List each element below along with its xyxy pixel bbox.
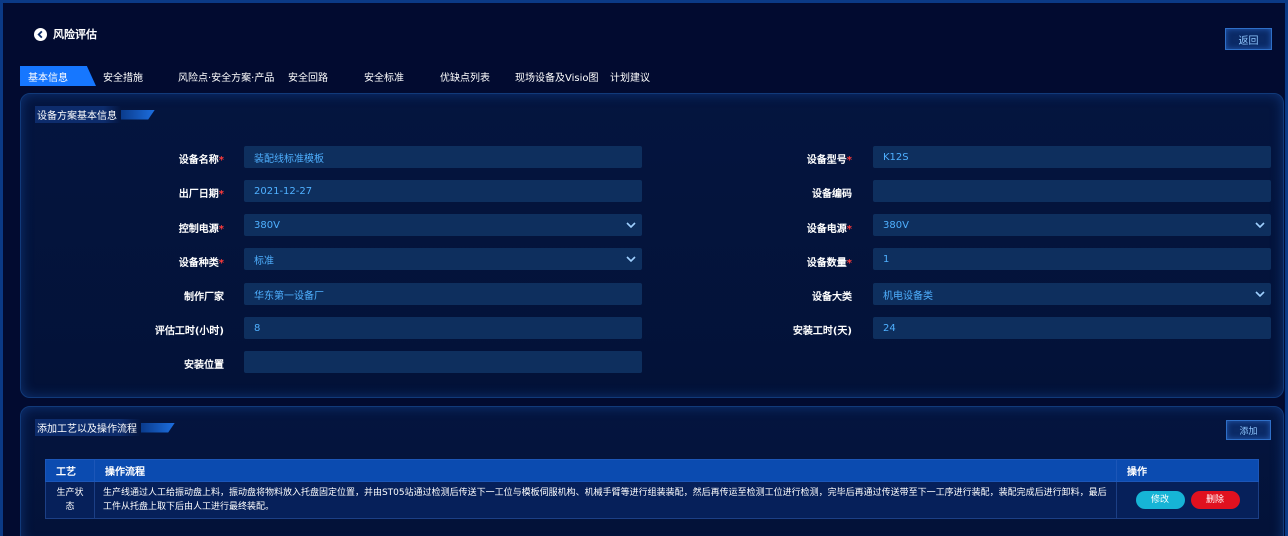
add-process-button[interactable]: 添加	[1226, 420, 1271, 440]
column-header-flow: 操作流程	[93, 459, 1118, 482]
label-device-type: 设备种类*	[178, 258, 224, 269]
label-device-name: 设备名称*	[178, 155, 224, 166]
factory-date-input[interactable]: 2021-12-27	[244, 180, 642, 202]
label-eval-hours: 评估工时(小时)	[154, 326, 224, 337]
left-border	[0, 0, 3, 536]
process-header: 添加工艺以及操作流程	[35, 419, 175, 436]
label-device-category: 设备大类	[812, 292, 852, 303]
label-factory-date: 出厂日期*	[178, 189, 224, 200]
page-header: 风险评估	[34, 26, 97, 42]
top-border	[0, 0, 1288, 3]
basic-info-title: 设备方案基本信息	[37, 111, 117, 122]
column-header-action: 操作	[1116, 459, 1259, 482]
device-count-input[interactable]: 1	[873, 248, 1271, 270]
page-title: 风险评估	[53, 28, 97, 41]
tab-safety-standard[interactable]: 安全标准	[356, 66, 436, 86]
label-device-power: 设备电源*	[806, 224, 852, 235]
label-install-location: 安装位置	[184, 360, 224, 371]
tab-risk-solution-product[interactable]: 风险点·安全方案·产品	[170, 66, 290, 86]
manufacturer-input[interactable]: 华东第一设备厂	[244, 283, 642, 305]
label-control-power: 控制电源*	[178, 224, 224, 235]
device-code-input[interactable]	[873, 180, 1271, 202]
tab-basic-info[interactable]: 基本信息	[20, 66, 96, 86]
return-button[interactable]: 返回	[1225, 28, 1272, 50]
device-category-select[interactable]: 机电设备类	[873, 283, 1271, 305]
craft-cell: 生产状态	[45, 481, 95, 519]
process-title: 添加工艺以及操作流程	[37, 424, 137, 435]
device-type-select[interactable]: 标准	[244, 248, 642, 270]
chevron-down-icon	[626, 222, 636, 228]
chevron-down-icon	[1255, 222, 1265, 228]
back-icon[interactable]	[34, 27, 47, 41]
basic-info-header: 设备方案基本信息	[35, 106, 155, 123]
tab-safety-measures[interactable]: 安全措施	[95, 66, 175, 86]
chevron-down-icon	[1255, 291, 1265, 297]
column-header-craft: 工艺	[45, 459, 95, 482]
install-days-input[interactable]: 24	[873, 317, 1271, 339]
label-device-code: 设备编码	[812, 189, 852, 200]
table-header-row: 工艺 操作流程 操作	[45, 459, 1259, 482]
label-device-model: 设备型号*	[806, 155, 852, 166]
basic-info-panel: 设备方案基本信息	[20, 93, 1284, 398]
device-model-input[interactable]: K12S	[873, 146, 1271, 168]
label-install-days: 安装工时(天)	[792, 326, 852, 337]
delete-button[interactable]: 删除	[1190, 491, 1240, 509]
label-device-count: 设备数量*	[806, 258, 852, 269]
control-power-select[interactable]: 380V	[244, 214, 642, 236]
tab-safety-circuit[interactable]: 安全回路	[280, 66, 360, 86]
action-cell: 修改 删除	[1116, 481, 1259, 519]
tab-bar: 基本信息 安全措施 风险点·安全方案·产品 安全回路 安全标准 优缺点列表 现场…	[20, 66, 1270, 86]
eval-hours-input[interactable]: 8	[244, 317, 642, 339]
tab-site-equipment-visio[interactable]: 现场设备及Visio图	[507, 66, 617, 86]
tab-pros-cons[interactable]: 优缺点列表	[432, 66, 512, 86]
install-location-input[interactable]	[244, 351, 642, 373]
device-power-select[interactable]: 380V	[873, 214, 1271, 236]
tab-plan-suggestions[interactable]: 计划建议	[602, 66, 682, 86]
device-name-input[interactable]: 装配线标准模板	[244, 146, 642, 168]
flow-cell: 生产线通过人工给振动盘上料，振动盘将物料放入托盘固定位置，并由ST05站通过检测…	[93, 481, 1118, 519]
chevron-down-icon	[626, 256, 636, 262]
table-row: 生产状态 生产线通过人工给振动盘上料，振动盘将物料放入托盘固定位置，并由ST05…	[45, 481, 1259, 519]
process-table: 工艺 操作流程 操作 生产状态 生产线通过人工给振动盘上料，振动盘将物料放入托盘…	[45, 459, 1259, 519]
label-manufacturer: 制作厂家	[184, 292, 224, 303]
edit-button[interactable]: 修改	[1135, 491, 1185, 509]
